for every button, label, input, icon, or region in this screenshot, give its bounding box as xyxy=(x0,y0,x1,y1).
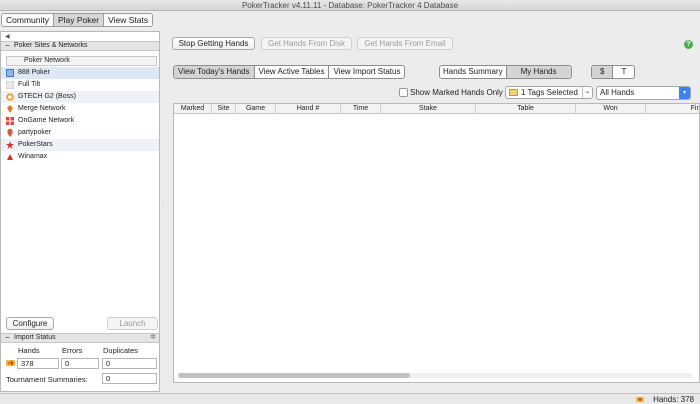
sites-section-title: Poker Sites & Networks xyxy=(14,42,88,49)
window-title: PokerTracker v4.11.11 - Database: PokerT… xyxy=(0,0,700,11)
duplicates-count-field: 0 xyxy=(102,358,157,369)
column-marked[interactable]: Marked xyxy=(174,104,212,113)
errors-count-field: 0 xyxy=(61,358,99,369)
tab-view-todays-hands[interactable]: View Today's Hands xyxy=(174,66,255,78)
poker-network-column-header[interactable]: Poker Network xyxy=(6,56,157,66)
column-fin[interactable]: Fin xyxy=(646,104,699,113)
site-item-pokerstars[interactable]: PokerStars xyxy=(1,139,159,151)
hands-icon xyxy=(636,397,644,402)
chevron-down-icon[interactable]: ⌄ xyxy=(582,87,592,98)
tournament-summaries-field: 0 xyxy=(102,373,157,384)
hands-count-status: Hands: 378 xyxy=(653,395,694,404)
tab-play-poker[interactable]: Play Poker xyxy=(53,14,105,26)
configure-button[interactable]: Configure xyxy=(6,317,54,330)
site-item-ongame-network[interactable]: OnGame Network xyxy=(1,115,159,127)
tab-cash[interactable]: $ xyxy=(592,66,614,78)
show-marked-label: Show Marked Hands Only xyxy=(410,88,503,97)
site-item-888-poker[interactable]: 888 Poker xyxy=(1,67,159,79)
launch-button[interactable]: Launch xyxy=(107,317,158,330)
hands-grid: Marked Site Game Hand # Time Stake Table… xyxy=(173,103,700,383)
hands-import-icon xyxy=(6,360,15,366)
merge-icon xyxy=(7,105,13,113)
summary-tabs: Hands Summary My Hands xyxy=(439,65,572,79)
column-game[interactable]: Game xyxy=(236,104,276,113)
site-item-winamax[interactable]: Winamax xyxy=(1,151,159,163)
tab-view-stats[interactable]: View Stats xyxy=(104,14,153,26)
collapse-section-icon[interactable]: − xyxy=(5,334,10,342)
gtech-icon xyxy=(6,93,14,101)
tab-view-active-tables[interactable]: View Active Tables xyxy=(255,66,330,78)
site-item-partypoker[interactable]: partypoker xyxy=(1,127,159,139)
column-won[interactable]: Won xyxy=(576,104,646,113)
filter-bar: Show Marked Hands Only 1 Tags Selected ⌄… xyxy=(173,85,693,101)
get-hands-from-email-button[interactable]: Get Hands From Email xyxy=(357,37,453,50)
tab-community[interactable]: Community xyxy=(2,14,54,26)
left-panel: ◀ − Poker Sites & Networks Poker Network… xyxy=(0,31,160,392)
hands-count-field: 378 xyxy=(17,358,59,369)
stop-getting-hands-button[interactable]: Stop Getting Hands xyxy=(172,37,255,50)
site-item-full-tilt[interactable]: Full Tilt xyxy=(1,79,159,91)
import-status-header[interactable]: − Import Status ✲ xyxy=(1,333,159,343)
column-time[interactable]: Time xyxy=(341,104,381,113)
hands-filter-select[interactable]: All Hands ▾ xyxy=(596,86,691,100)
site-item-merge-network[interactable]: Merge Network xyxy=(1,103,159,115)
view-tabs: View Today's Hands View Active Tables Vi… xyxy=(173,65,406,79)
column-stake[interactable]: Stake xyxy=(381,104,476,113)
site-item-gtech[interactable]: GTECH G2 (Boss) xyxy=(1,91,159,103)
help-icon[interactable]: ? xyxy=(684,40,693,49)
sites-section-header[interactable]: − Poker Sites & Networks xyxy=(1,41,159,51)
tournament-summaries-label: Tournament Summaries: xyxy=(6,375,88,384)
888-poker-icon xyxy=(6,69,14,77)
ongame-icon xyxy=(6,117,14,125)
column-hand-number[interactable]: Hand # xyxy=(276,104,341,113)
horizontal-scrollbar[interactable] xyxy=(178,373,693,378)
main-panel: Stop Getting Hands Get Hands From Disk G… xyxy=(166,31,700,392)
winamax-icon xyxy=(7,154,13,160)
partypoker-icon xyxy=(7,129,13,137)
chevron-down-icon[interactable]: ▾ xyxy=(679,87,690,99)
tags-select[interactable]: 1 Tags Selected ⌄ xyxy=(505,86,593,99)
gear-icon[interactable]: ✲ xyxy=(150,334,156,342)
collapse-section-icon[interactable]: − xyxy=(5,42,10,50)
grid-header: Marked Site Game Hand # Time Stake Table… xyxy=(174,104,699,114)
tab-tournament[interactable]: T xyxy=(613,66,634,78)
panel-splitter[interactable]: · · · · xyxy=(162,198,165,213)
tab-view-import-status[interactable]: View Import Status xyxy=(329,66,404,78)
tab-my-hands[interactable]: My Hands xyxy=(506,66,571,78)
full-tilt-icon xyxy=(6,81,14,89)
status-bar: Hands: 378 xyxy=(0,393,700,404)
tab-hands-summary[interactable]: Hands Summary xyxy=(440,66,507,78)
errors-label: Errors xyxy=(62,346,83,355)
main-tabs: Community Play Poker View Stats xyxy=(1,13,154,27)
duplicates-label: Duplicates xyxy=(103,346,139,355)
get-hands-from-disk-button[interactable]: Get Hands From Disk xyxy=(261,37,352,50)
scrollbar-thumb[interactable] xyxy=(178,373,410,378)
column-table[interactable]: Table xyxy=(476,104,576,113)
hands-label: Hands xyxy=(18,346,40,355)
currency-tabs: $ T xyxy=(591,65,636,79)
column-site[interactable]: Site xyxy=(212,104,236,113)
collapse-left-icon[interactable]: ◀ xyxy=(5,33,10,40)
tag-icon xyxy=(509,89,518,96)
show-marked-checkbox[interactable] xyxy=(399,88,408,97)
pokerstars-icon xyxy=(6,141,14,149)
import-status-title: Import Status xyxy=(14,334,56,341)
site-list: 888 Poker Full Tilt GTECH G2 (Boss) Merg… xyxy=(1,67,159,163)
